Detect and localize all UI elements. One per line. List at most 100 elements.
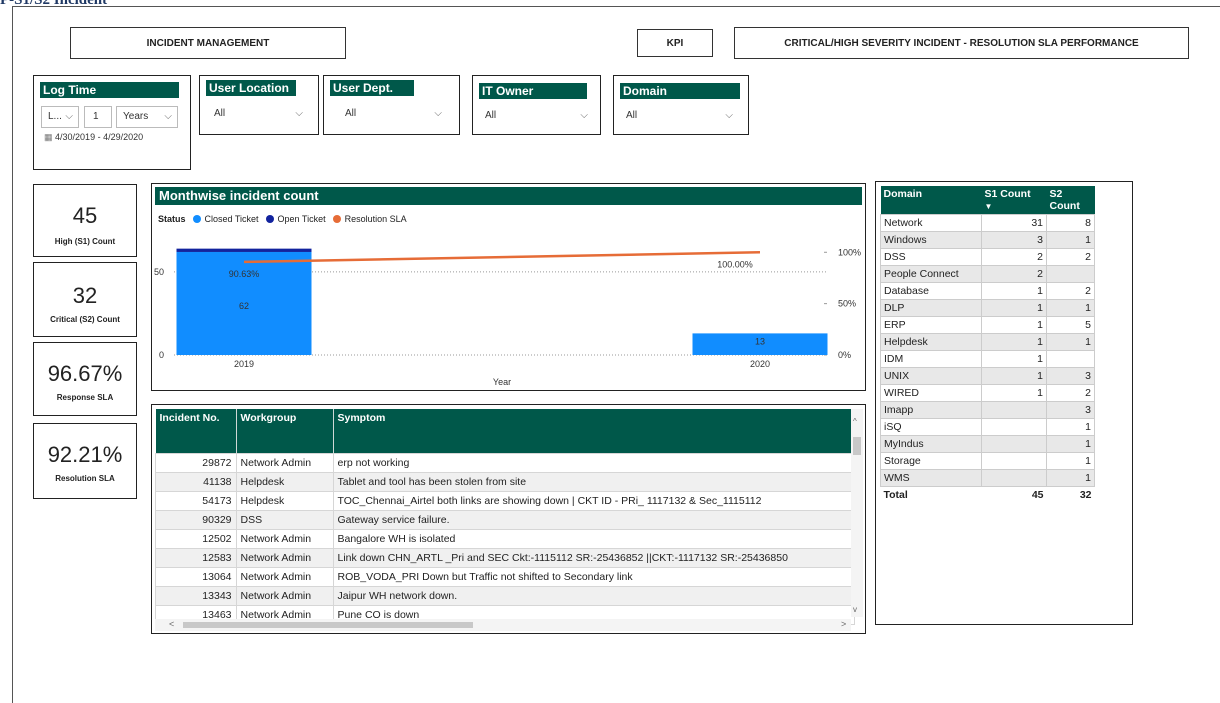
table-row[interactable]: Storage 1 — [880, 452, 1095, 470]
table-row[interactable]: 29872 Network Admin erp not working — [155, 453, 855, 473]
s2-count-cell: 2 — [1046, 248, 1095, 266]
it-owner-slicer: IT Owner All ⌵ — [472, 75, 601, 135]
vertical-scrollbar[interactable]: ^ v — [851, 409, 863, 617]
table-row[interactable]: Network 31 8 — [880, 214, 1095, 232]
s1-count-cell — [981, 418, 1047, 436]
col-s2-count[interactable]: S2 Count — [1046, 186, 1095, 215]
s1-count-cell — [981, 469, 1047, 487]
kpi-value: 96.67% — [47, 361, 123, 386]
domain-cell: Network — [880, 214, 982, 232]
scrollbar-thumb[interactable] — [183, 622, 473, 628]
s2-count-cell: 1 — [1046, 418, 1095, 436]
col-s1-count[interactable]: S1 Count ▼ — [981, 186, 1047, 215]
log-time-unit-dropdown[interactable]: Years ⌵ — [116, 106, 178, 128]
s1-count-cell: 2 — [981, 248, 1047, 266]
table-row[interactable]: People Connect 2 — [880, 265, 1095, 283]
table-row[interactable]: 13343 Network Admin Jaipur WH network down… — [155, 586, 855, 606]
col-workgroup[interactable]: Workgroup — [236, 409, 334, 454]
monthwise-chart-panel: Monthwise incident count Status Closed T… — [151, 183, 866, 391]
kpi-value: 32 — [72, 283, 98, 308]
table-row[interactable]: DLP 1 1 — [880, 299, 1095, 317]
table-row[interactable]: WIRED 1 2 — [880, 384, 1095, 402]
scrollbar-thumb[interactable] — [853, 437, 861, 455]
incident-management-header: INCIDENT MANAGEMENT — [70, 27, 346, 59]
y-tick-label: 50 — [154, 267, 164, 277]
scroll-left-icon[interactable]: < — [169, 619, 174, 629]
s2-count-cell: 2 — [1046, 384, 1095, 402]
s2-count-cell: 1 — [1046, 299, 1095, 317]
table-row[interactable]: 90329 DSS Gateway service failure. — [155, 510, 855, 530]
x-tick-label: 2019 — [234, 359, 254, 369]
workgroup-cell: Helpdesk — [235, 491, 334, 511]
y2-tick-label: 100% — [838, 247, 861, 257]
date-range[interactable]: ▦ 4/30/2019 - 4/29/2020 — [44, 132, 143, 143]
user-dept-dropdown[interactable]: All ⌵ — [339, 104, 447, 126]
table-row[interactable]: 12583 Network Admin Link down CHN_ARTL _Pr… — [155, 548, 855, 568]
table-row[interactable]: 54173 Helpdesk TOC_Chennai_Airtel both lin… — [155, 491, 855, 511]
kpi-label: Resolution SLA — [55, 474, 115, 483]
kpi-card-s2-count: 32 Critical (S2) Count — [33, 262, 137, 337]
symptom-cell: TOC_Chennai_Airtel both links are showin… — [332, 491, 855, 511]
col-incident-no[interactable]: Incident No. — [155, 409, 237, 454]
y2-tick-label: 0% — [838, 350, 851, 360]
s1-count-cell: 1 — [981, 282, 1047, 300]
workgroup-cell: Network Admin — [235, 548, 334, 568]
domain-table-panel: Domain S1 Count ▼ S2 Count Network 31 8 Win… — [875, 181, 1133, 625]
table-header-row: Incident No. Workgroup Symptom — [155, 409, 855, 454]
s1-count-cell: 1 — [981, 367, 1047, 385]
sla-data-label: 90.63% — [229, 269, 260, 279]
table-row[interactable]: Imapp 3 — [880, 401, 1095, 419]
table-row[interactable]: IDM 1 — [880, 350, 1095, 368]
scroll-right-icon[interactable]: > — [841, 619, 846, 629]
workgroup-cell: Network Admin — [235, 529, 334, 549]
scroll-down-icon[interactable]: v — [853, 605, 857, 614]
kpi-card-s1-count: 45 High (S1) Count — [33, 184, 137, 257]
chevron-down-icon: ⌵ — [725, 110, 733, 121]
table-row[interactable]: 13064 Network Admin ROB_VODA_PRI Down but … — [155, 567, 855, 587]
col-domain[interactable]: Domain — [880, 186, 982, 215]
chevron-down-icon: ⌵ — [164, 111, 172, 122]
total-row: Total 45 32 — [880, 486, 1095, 503]
chevron-down-icon: ⌵ — [295, 108, 303, 119]
s2-count-cell — [1046, 265, 1095, 283]
slicer-title: Log Time — [40, 82, 179, 98]
kpi-card-resolution-sla: 92.21% Resolution SLA — [33, 423, 137, 499]
it-owner-dropdown[interactable]: All ⌵ — [479, 106, 593, 128]
x-tick-label: 2020 — [750, 359, 770, 369]
horizontal-scrollbar[interactable]: < > — [155, 619, 851, 631]
s1-count-cell: 1 — [981, 333, 1047, 351]
table-row[interactable]: Windows 3 1 — [880, 231, 1095, 249]
table-row[interactable]: 12502 Network Admin Bangalore WH is isolat… — [155, 529, 855, 549]
kpi-label: Response SLA — [56, 393, 114, 402]
log-time-count-input[interactable]: 1 — [84, 106, 112, 128]
user-location-dropdown[interactable]: All ⌵ — [208, 104, 308, 126]
chart-canvas[interactable]: 0 50 0% 50% 100% 62 2019 13 2020 90.63% 100.00% Yea… — [152, 184, 865, 390]
table-row[interactable]: DSS 2 2 — [880, 248, 1095, 266]
bar-data-label: 13 — [755, 336, 765, 346]
table-row[interactable]: ERP 1 5 — [880, 316, 1095, 334]
table-row[interactable]: WMS 1 — [880, 469, 1095, 487]
log-time-mode-dropdown[interactable]: L... ⌵ — [41, 106, 79, 128]
sla-data-label: 100.00% — [717, 259, 753, 269]
domain-dropdown[interactable]: All ⌵ — [620, 106, 738, 128]
table-row[interactable]: iSQ 1 — [880, 418, 1095, 436]
domain-cell: DSS — [880, 248, 982, 266]
kpi-value: 92.21% — [47, 442, 123, 467]
domain-slicer: Domain All ⌵ — [613, 75, 749, 135]
date-range-text: 4/30/2019 - 4/29/2020 — [55, 132, 144, 142]
s2-count-cell: 2 — [1046, 282, 1095, 300]
scroll-up-icon[interactable]: ^ — [853, 417, 857, 426]
calendar-icon: ▦ — [44, 132, 53, 142]
col-symptom[interactable]: Symptom — [333, 409, 855, 454]
s2-count-cell: 3 — [1046, 367, 1095, 385]
y2-tick-label: 50% — [838, 299, 856, 309]
dropdown-value: All — [345, 108, 357, 119]
table-row[interactable]: Helpdesk 1 1 — [880, 333, 1095, 351]
table-row[interactable]: Database 1 2 — [880, 282, 1095, 300]
workgroup-cell: Helpdesk — [235, 472, 334, 492]
s2-count-cell: 3 — [1046, 401, 1095, 419]
table-row[interactable]: UNIX 1 3 — [880, 367, 1095, 385]
domain-cell: WIRED — [880, 384, 982, 402]
table-row[interactable]: MyIndus 1 — [880, 435, 1095, 453]
table-row[interactable]: 41138 Helpdesk Tablet and tool has been st… — [155, 472, 855, 492]
